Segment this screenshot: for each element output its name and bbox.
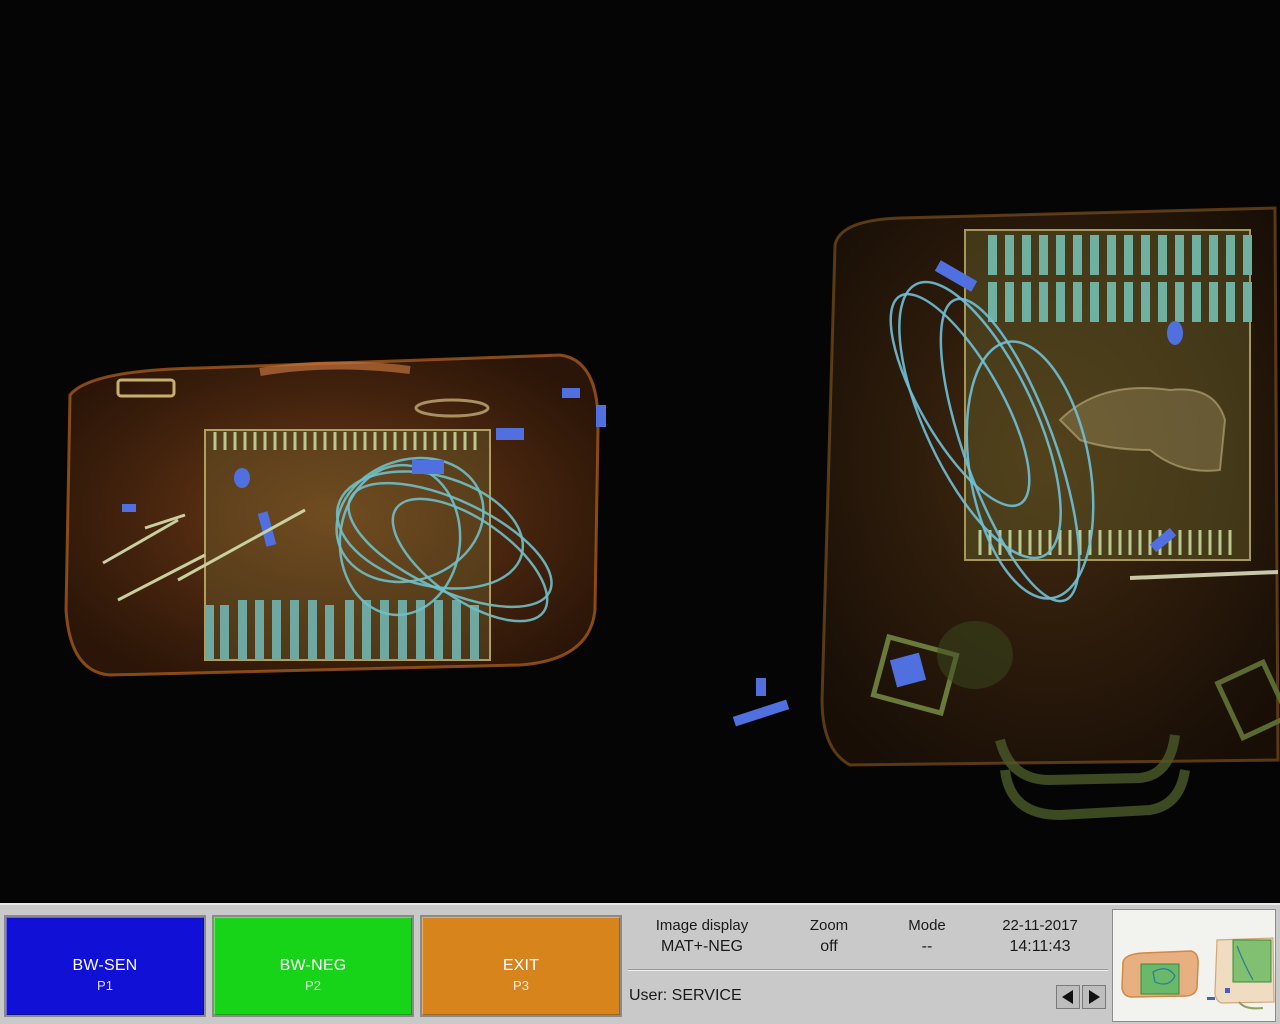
mode-heading: Mode [908, 917, 946, 934]
zoom-status: Zoom off [794, 917, 864, 956]
zoom-value: off [820, 938, 838, 955]
control-bar: BW-SEN P1 BW-NEG P2 EXIT P3 Image displa… [0, 903, 1280, 1024]
image-display-status: Image display MAT+-NEG [642, 917, 762, 956]
mode-value: -- [921, 938, 933, 955]
mode-status: Mode -- [892, 917, 962, 956]
zoom-heading: Zoom [809, 917, 849, 934]
left-bag-scan [64, 353, 606, 677]
overview-scan-image [1121, 937, 1275, 1010]
overview-thumbnail[interactable] [1112, 909, 1276, 1022]
triangle-left-icon [1062, 990, 1073, 1004]
xray-scan-viewport[interactable] [0, 0, 1280, 903]
next-image-button[interactable] [1082, 985, 1106, 1009]
previous-image-button[interactable] [1056, 985, 1080, 1009]
right-bag-scan [732, 206, 1280, 821]
time-value: 14:11:43 [1009, 938, 1071, 955]
image-display-value: MAT+-NEG [661, 938, 743, 955]
bw-neg-key: P2 [305, 978, 321, 993]
status-divider [628, 969, 1108, 971]
status-panel: Image display MAT+-NEG Zoom off Mode -- … [624, 905, 1110, 1024]
bw-sen-key: P1 [97, 978, 113, 993]
image-display-heading: Image display [655, 917, 749, 934]
bw-neg-label: BW-NEG [279, 957, 347, 974]
bw-neg-button[interactable]: BW-NEG P2 [212, 915, 414, 1017]
exit-button[interactable]: EXIT P3 [420, 915, 622, 1017]
datetime-status: 22-11-2017 14:11:43 [990, 917, 1090, 956]
exit-key: P3 [513, 978, 529, 993]
exit-label: EXIT [502, 957, 540, 974]
date-value: 22-11-2017 [1002, 917, 1078, 934]
left-bag-comb-top [213, 432, 477, 450]
triangle-right-icon [1089, 990, 1100, 1004]
user-label: User: SERVICE [629, 987, 742, 1004]
bw-sen-label: BW-SEN [72, 957, 138, 974]
xray-scan-image [64, 206, 1280, 821]
bw-sen-button[interactable]: BW-SEN P1 [4, 915, 206, 1017]
